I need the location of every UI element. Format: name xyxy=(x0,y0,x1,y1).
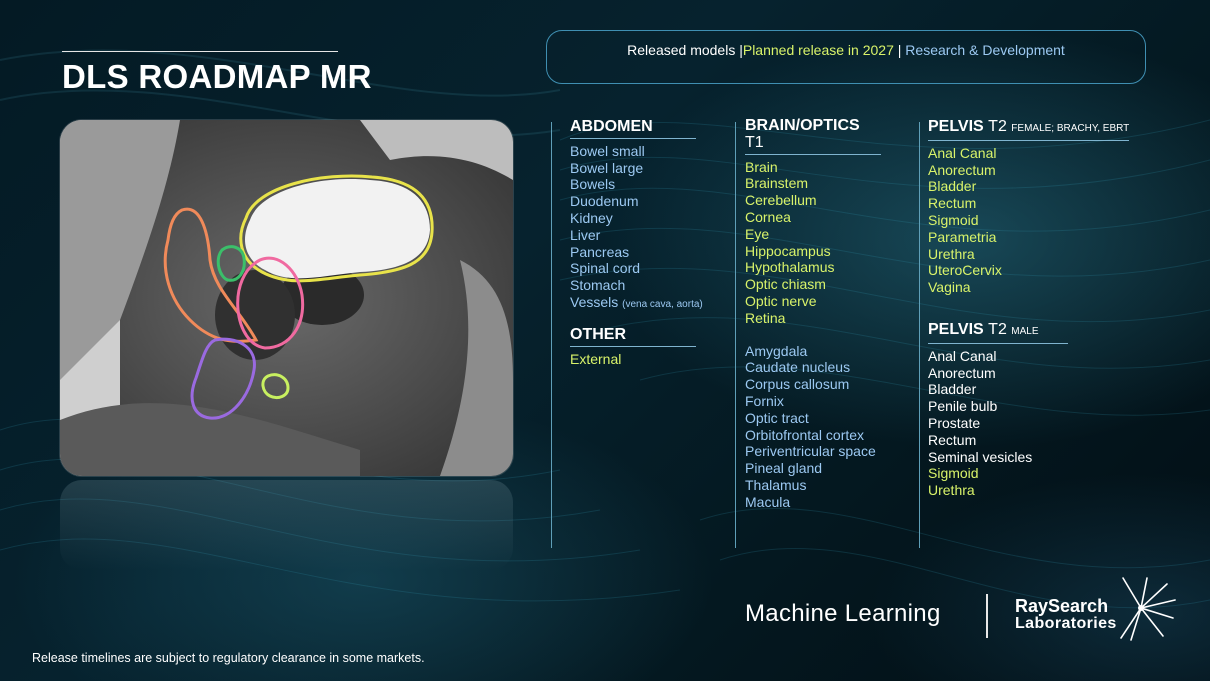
list-item: Retina xyxy=(745,309,786,326)
list-item: Anal Canal xyxy=(928,347,997,364)
vessels-note: (vena cava, aorta) xyxy=(622,298,703,310)
list-item: Hypothalamus xyxy=(745,259,835,276)
brain-heading-bold: BRAIN/OPTICS xyxy=(745,117,860,134)
list-item: Brainstem xyxy=(745,175,809,192)
list-item: Periventricular space xyxy=(745,443,876,460)
list-item: External xyxy=(570,350,622,367)
list-item: Duodenum xyxy=(570,193,639,210)
pelvis-male-heading-tiny: MALE xyxy=(1011,325,1039,337)
list-item: Sigmoid xyxy=(928,465,979,482)
machine-learning-label: Machine Learning xyxy=(745,600,941,627)
list-item: Optic chiasm xyxy=(745,276,826,293)
list-item: Bladder xyxy=(928,178,977,195)
list-item: Bowel large xyxy=(570,159,644,176)
list-item: Urethra xyxy=(928,482,975,499)
list-item: Rectum xyxy=(928,195,977,212)
brand-line-2: Laboratories xyxy=(1015,615,1117,632)
list-item: Caudate nucleus xyxy=(745,359,851,376)
list-item: Macula xyxy=(745,493,791,510)
list-item: Eye xyxy=(745,225,770,242)
legend-box: Released models |Planned release in 2027… xyxy=(546,30,1146,84)
brand-line-1: RaySearch xyxy=(1015,596,1109,616)
vessels-label: Vessels xyxy=(570,293,619,310)
pelvis-column: PELVIS T2 FEMALE; BRACHY, EBRT Anal Cana… xyxy=(928,118,1158,499)
list-item: Anal Canal xyxy=(928,144,997,161)
footnote: Release timelines are subject to regulat… xyxy=(32,651,425,665)
list-item: Rectum xyxy=(928,431,977,448)
page-title: DLS ROADMAP MR xyxy=(62,58,372,95)
list-item: Bladder xyxy=(928,381,977,398)
pelvis-female-heading-thin: T2 xyxy=(988,118,1007,135)
list-item: Vessels (vena cava, aorta) xyxy=(570,294,720,314)
image-reflection xyxy=(60,480,513,570)
list-item: Orbitofrontal cortex xyxy=(745,426,865,443)
column-divider-3 xyxy=(919,122,920,548)
brain-optics-heading: BRAIN/OPTICS T1 xyxy=(745,117,881,155)
list-item: Pineal gland xyxy=(745,460,823,477)
title-rule xyxy=(62,51,338,52)
other-heading: OTHER xyxy=(570,326,696,347)
column-divider-2 xyxy=(735,122,736,548)
list-item: Sigmoid xyxy=(928,211,979,228)
list-item: Anorectum xyxy=(928,161,996,178)
list-item: Vagina xyxy=(928,279,971,296)
list-item: Fornix xyxy=(745,392,784,409)
list-item: Seminal vesicles xyxy=(928,448,1033,465)
pelvis-male-heading-thin: T2 xyxy=(988,320,1007,338)
list-item: Pancreas xyxy=(570,243,630,260)
list-item: Stomach xyxy=(570,277,626,294)
list-item: Brain xyxy=(745,158,778,175)
list-item: Thalamus xyxy=(745,476,807,493)
list-item: Amygdala xyxy=(745,342,808,359)
pelvis-male-heading: PELVIS T2 MALE xyxy=(928,320,1068,344)
pelvis-female-heading: PELVIS T2 FEMALE; BRACHY, EBRT xyxy=(928,118,1130,141)
raysearch-star-logo xyxy=(1120,577,1176,641)
list-item: Liver xyxy=(570,226,601,243)
list-item: Cerebellum xyxy=(745,192,817,209)
list-item: Optic nerve xyxy=(745,292,817,309)
brand-separator xyxy=(986,594,988,638)
pelvis-male-heading-bold: PELVIS xyxy=(928,320,984,338)
column-divider-1 xyxy=(551,122,552,548)
pelvis-female-heading-bold: PELVIS xyxy=(928,118,984,135)
list-item: Penile bulb xyxy=(928,398,998,415)
list-item: Anorectum xyxy=(928,364,996,381)
list-item: UteroCervix xyxy=(928,262,1002,279)
legend-separator: | xyxy=(893,42,906,58)
list-item: Prostate xyxy=(928,414,981,431)
legend-released: Released models | xyxy=(627,42,743,58)
abdomen-column: ABDOMEN Bowel small Bowel large Bowels D… xyxy=(570,118,720,367)
abdomen-heading: ABDOMEN xyxy=(570,118,696,139)
brain-optics-column: BRAIN/OPTICS T1 Brain Brainstem Cerebell… xyxy=(745,117,915,511)
list-item: Urethra xyxy=(928,245,975,262)
list-item: Optic tract xyxy=(745,409,809,426)
list-item: Bowels xyxy=(570,176,616,193)
list-item: Kidney xyxy=(570,209,613,226)
list-item: Cornea xyxy=(745,208,791,225)
list-item: Bowel small xyxy=(570,142,645,159)
legend-rnd: Research & Development xyxy=(905,42,1065,58)
list-item: Hippocampus xyxy=(745,242,831,259)
list-item: Parametria xyxy=(928,228,997,245)
legend-planned: Planned release in 2027 xyxy=(742,42,894,58)
raysearch-logo-text: RaySearch Laboratories xyxy=(1015,596,1117,632)
mri-pelvis-image xyxy=(60,120,513,476)
list-item: Spinal cord xyxy=(570,260,641,277)
pelvis-female-heading-tiny: FEMALE; BRACHY, EBRT xyxy=(1011,123,1130,134)
brain-heading-thin: T1 xyxy=(745,133,764,151)
list-item: Corpus callosum xyxy=(745,376,850,393)
